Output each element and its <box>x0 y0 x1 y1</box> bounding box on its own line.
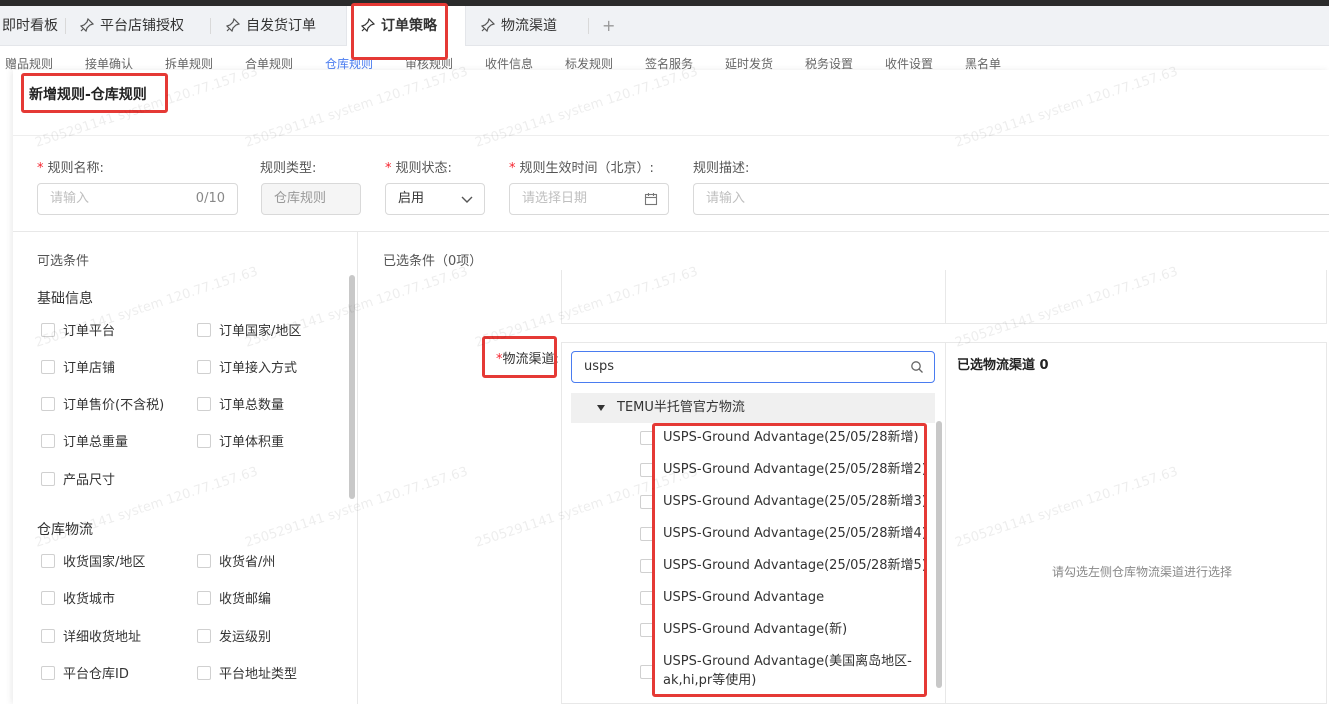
subnav-item[interactable]: 审核规则 <box>405 55 453 70</box>
rule-type-nav: 赠品规则 接单确认 拆单规则 合单规则 仓库规则 审核规则 收件信息 标发规则 … <box>0 46 1329 70</box>
subnav-item[interactable]: 标发规则 <box>565 55 613 70</box>
subnav-item[interactable]: 税务设置 <box>805 55 853 70</box>
char-count: 0/10 <box>195 191 225 206</box>
chevron-down-icon <box>461 196 473 203</box>
rule-status-select[interactable]: 启用 <box>385 183 485 215</box>
tab-label: 订单策略 <box>381 18 437 34</box>
subnav-item[interactable]: 延时发货 <box>725 55 773 70</box>
selected-conditions-title: 已选条件（0项） <box>383 254 483 269</box>
logistics-channel-label: *物流渠道: <box>496 352 559 367</box>
pin-icon <box>80 18 94 32</box>
tab-self-ship-orders[interactable]: 自发货订单 <box>226 6 316 46</box>
condition-checkbox[interactable]: 产品尺寸 <box>41 469 115 488</box>
channel-list-scrollbar[interactable] <box>936 421 942 688</box>
tab-logistics-channel[interactable]: 物流渠道 <box>481 6 557 46</box>
subnav-item[interactable]: 收件设置 <box>885 55 933 70</box>
search-icon <box>911 361 923 373</box>
tab-store-auth[interactable]: 平台店铺授权 <box>80 6 184 46</box>
tree-node-temu[interactable]: TEMU半托管官方物流 <box>571 393 935 423</box>
available-conditions-title: 可选条件 <box>37 254 90 269</box>
condition-checkbox[interactable]: 订单店铺 <box>41 357 115 376</box>
condition-checkbox[interactable]: 详细收货地址 <box>41 626 141 645</box>
subnav-item[interactable]: 仓库规则 <box>325 55 373 70</box>
rule-status-value: 启用 <box>398 191 425 206</box>
selected-channels-empty: 请勾选左侧仓库物流渠道进行选择 <box>1051 565 1232 579</box>
tab-label: 物流渠道 <box>501 18 557 34</box>
tab-bar: 即时看板 平台店铺授权 自发货订单 订单策略 物流渠道 + <box>0 6 1329 46</box>
pin-icon <box>226 18 240 32</box>
add-tab-button[interactable]: + <box>602 6 615 46</box>
condition-checkbox[interactable]: 订单售价(不含税) <box>41 394 164 413</box>
rule-type-field: 仓库规则 <box>261 183 361 215</box>
tab-dashboard[interactable]: 即时看板 <box>2 6 58 46</box>
tab-label: 即时看板 <box>2 18 58 34</box>
modal-header-divider <box>13 135 1329 136</box>
search-value: usps <box>584 359 615 374</box>
subnav-item[interactable]: 合单规则 <box>245 55 293 70</box>
rule-desc-label: 规则描述: <box>693 161 750 176</box>
condition-checkbox[interactable]: 收货省/州 <box>197 551 275 570</box>
condition-checkbox[interactable]: 收货城市 <box>41 588 115 607</box>
rule-type-label: 规则类型: <box>260 161 317 176</box>
rule-time-label: * 规则生效时间（北京）: <box>509 161 654 176</box>
tree-node-label: TEMU半托管官方物流 <box>617 400 745 415</box>
tab-order-strategy[interactable]: 订单策略 <box>346 6 466 46</box>
placeholder: 请选择日期 <box>522 191 588 206</box>
subnav-item[interactable]: 接单确认 <box>85 55 133 70</box>
placeholder: 请输入 <box>706 191 746 206</box>
condition-checkbox[interactable]: 订单总数量 <box>197 394 284 413</box>
rule-time-picker[interactable]: 请选择日期 <box>509 183 669 215</box>
tab-divider <box>588 18 589 34</box>
rule-name-label: * 规则名称: <box>37 161 104 176</box>
rule-desc-input[interactable]: 请输入 <box>693 183 1329 215</box>
placeholder: 请输入 <box>50 191 90 206</box>
pin-icon <box>481 18 495 32</box>
modal-title: 新增规则-仓库规则 <box>29 87 147 103</box>
conditions-scrollbar[interactable] <box>349 275 355 499</box>
condition-checkbox[interactable]: 订单总重量 <box>41 431 128 450</box>
condition-checkbox[interactable]: 平台地址类型 <box>197 663 297 682</box>
condition-checkbox[interactable]: 收货国家/地区 <box>41 551 145 570</box>
tab-divider <box>65 18 66 34</box>
subnav-item[interactable]: 签名服务 <box>645 55 693 70</box>
rule-name-input[interactable]: 请输入 0/10 <box>37 183 238 215</box>
rule-type-value: 仓库规则 <box>274 191 327 206</box>
rule-status-label: * 规则状态: <box>385 161 452 176</box>
condition-checkbox[interactable]: 平台仓库ID <box>41 663 129 682</box>
form-divider <box>13 231 1329 232</box>
selected-channels-title: 已选物流渠道 0 <box>957 358 1049 373</box>
subnav-item[interactable]: 拆单规则 <box>165 55 213 70</box>
condition-checkbox[interactable]: 订单接入方式 <box>197 357 297 376</box>
condition-checkbox[interactable]: 订单国家/地区 <box>197 320 301 339</box>
tab-label: 自发货订单 <box>246 18 316 34</box>
tab-label: 平台店铺授权 <box>100 18 184 34</box>
subnav-item[interactable]: 收件信息 <box>485 55 533 70</box>
tab-divider <box>210 18 211 34</box>
subnav-item[interactable]: 赠品规则 <box>5 55 53 70</box>
condition-checkbox[interactable]: 发运级别 <box>197 626 271 645</box>
caret-down-icon <box>597 405 605 411</box>
group-title-warehouse: 仓库物流 <box>37 522 93 538</box>
pin-icon <box>361 18 375 32</box>
condition-checkbox[interactable]: 订单体积重 <box>197 431 284 450</box>
condition-checkbox[interactable]: 收货邮编 <box>197 588 271 607</box>
channel-search-input[interactable]: usps <box>571 351 935 383</box>
calendar-icon <box>644 193 658 206</box>
group-title-basic: 基础信息 <box>37 291 93 307</box>
subnav-item[interactable]: 黑名单 <box>965 55 1001 70</box>
panel-divider <box>357 232 358 704</box>
add-rule-modal: 新增规则-仓库规则 * 规则名称: 规则类型: * 规则状态: * 规则生效时间（北京… <box>13 70 1329 704</box>
condition-checkbox[interactable]: 订单平台 <box>41 320 115 339</box>
previous-condition-box <box>561 270 1327 324</box>
